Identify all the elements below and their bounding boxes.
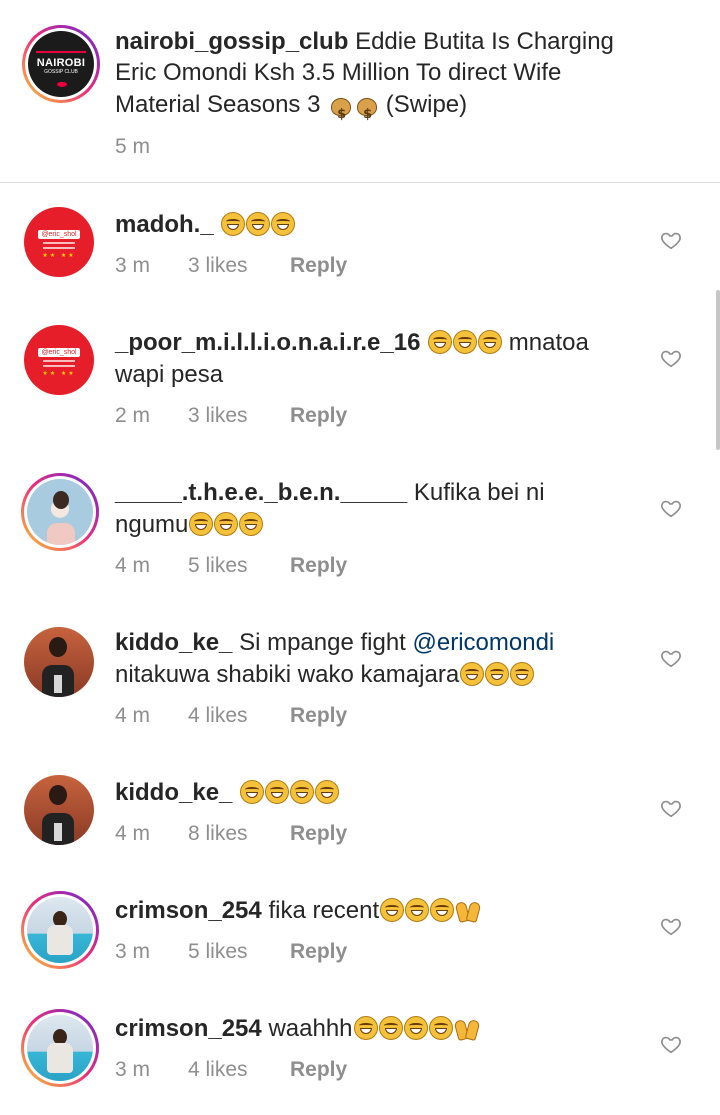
post-avatar-logo: NAIROBI GOSSIP CLUB [28,31,94,97]
laugh-emoji [378,1016,403,1040]
heart-outline-icon[interactable] [660,797,682,819]
caption-line-2: Eric Omondi Ksh 3.5 Million To direct Wi… [115,59,562,86]
comment-username[interactable]: _____.t.h.e.e._b.e.n._____ [115,479,407,506]
laugh-emoji [428,1016,453,1040]
mention-link[interactable]: @ericomondi [413,629,555,656]
laugh-emoji [353,1016,378,1040]
reply-button[interactable]: Reply [290,554,347,578]
comment-text: kiddo_ke_ Si mpange fight @ericomondi [115,629,555,656]
comment-username[interactable]: kiddo_ke_ [115,629,232,656]
comment-avatar-story-ring[interactable] [21,891,99,969]
comment-text-line-2: nitakuwa shabiki wako kamajara [115,659,535,690]
comment-avatar-story-ring[interactable] [21,473,99,551]
heart-outline-icon[interactable] [660,915,682,937]
laugh-emoji [380,898,405,922]
comment-avatar [27,897,93,963]
post-time: 5 m [115,135,151,158]
post-avatar-story-ring[interactable]: NAIROBI GOSSIP CLUB [22,25,100,103]
laugh-emoji [478,330,503,354]
laugh-emoji [246,212,271,236]
post-caption: NAIROBI GOSSIP CLUB nairobi_gossip_club … [0,0,720,183]
logo-title: NAIROBI [36,57,86,69]
comment-time: 4 m [115,704,151,727]
comment-text-line-2: ngumu [115,509,264,540]
reply-button[interactable]: Reply [290,404,347,428]
raising-hands-emoji [455,1016,479,1040]
post-username[interactable]: nairobi_gossip_club [115,28,348,55]
heart-outline-icon[interactable] [660,647,682,669]
lips-graphic [57,82,67,87]
comment-time: 3 m [115,254,151,277]
laugh-emoji [189,512,214,536]
comment-time: 2 m [115,404,151,427]
comment-text: madoh._ [115,209,296,240]
reply-button[interactable]: Reply [290,940,347,964]
laugh-emoji [510,662,535,686]
comment-avatar [27,479,93,545]
laugh-emoji [315,780,340,804]
comment-avatar-story-ring[interactable] [21,1009,99,1087]
heart-outline-icon[interactable] [660,497,682,519]
laugh-emoji [221,212,246,236]
comment-time: 4 m [115,554,151,577]
laugh-emoji [239,512,264,536]
laugh-emoji [405,898,430,922]
comment-likes[interactable]: 4 likes [188,1058,248,1082]
comment-likes[interactable]: 3 likes [188,404,248,428]
comment-username[interactable]: _poor_m.i.l.l.i.o.n.a.i.r.e_16 [115,329,420,356]
laugh-emoji [453,330,478,354]
comment-text: _____.t.h.e.e._b.e.n._____ Kufika bei ni [115,479,545,506]
heart-outline-icon[interactable] [660,1033,682,1055]
money-bag-emoji [355,92,379,130]
laugh-emoji [460,662,485,686]
comment-username[interactable]: kiddo_ke_ [115,779,232,806]
comment-likes[interactable]: 8 likes [188,822,248,846]
comment-likes[interactable]: 4 likes [188,704,248,728]
laugh-emoji [485,662,510,686]
comment-avatar [27,1015,93,1081]
laugh-emoji [214,512,239,536]
reply-button[interactable]: Reply [290,822,347,846]
caption-line-1: nairobi_gossip_club Eddie Butita Is Char… [115,28,614,55]
comment-time: 3 m [115,1058,151,1081]
comment-time: 4 m [115,822,151,845]
comment-username[interactable]: crimson_254 [115,897,262,924]
laugh-emoji [428,330,453,354]
laugh-emoji [403,1016,428,1040]
laugh-emoji [240,780,265,804]
comment-text: crimson_254 waahhh [115,1013,479,1044]
comment-text: kiddo_ke_ [115,777,340,808]
reply-button[interactable]: Reply [290,704,347,728]
comment-username[interactable]: madoh._ [115,211,214,238]
comment-username[interactable]: crimson_254 [115,1015,262,1042]
comment-avatar[interactable]: @eric_shol ★★ ★★ [24,207,94,277]
raising-hands-emoji [456,898,480,922]
heart-outline-icon[interactable] [660,229,682,251]
laugh-emoji [290,780,315,804]
comment-text-line-2: wapi pesa [115,361,224,388]
comment-avatar[interactable]: @eric_shol ★★ ★★ [24,325,94,395]
comment-avatar[interactable] [24,627,94,697]
caption-line-3: Material Seasons 3 (Swipe) [115,89,467,130]
money-bag-emoji [329,92,353,130]
comment-text: crimson_254 fika recent [115,895,480,926]
comment-likes[interactable]: 5 likes [188,940,248,964]
comment-likes[interactable]: 3 likes [188,254,248,278]
laugh-emoji [271,212,296,236]
heart-outline-icon[interactable] [660,347,682,369]
comment-time: 3 m [115,940,151,963]
scrollbar[interactable] [716,290,720,450]
reply-button[interactable]: Reply [290,254,347,278]
comment-text: _poor_m.i.l.l.i.o.n.a.i.r.e_16 mnatoa [115,329,589,356]
logo-subtitle: GOSSIP CLUB [44,69,78,75]
reply-button[interactable]: Reply [290,1058,347,1082]
comment-likes[interactable]: 5 likes [188,554,248,578]
skyline-graphic [36,41,86,53]
laugh-emoji [265,780,290,804]
comment-avatar[interactable] [24,775,94,845]
laugh-emoji [430,898,455,922]
